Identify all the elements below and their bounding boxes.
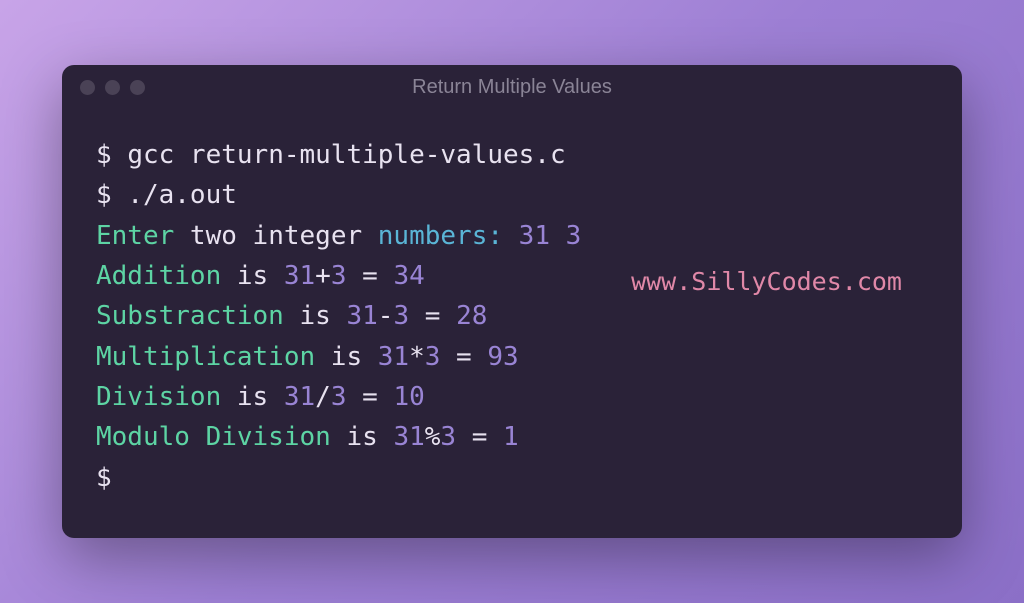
output-value: 3: [440, 422, 456, 452]
output-result: 10: [393, 382, 424, 412]
output-result: 1: [503, 422, 519, 452]
output-result: 28: [456, 301, 487, 331]
output-result: 93: [487, 342, 518, 372]
output-label: Division: [96, 382, 221, 412]
output-value: 3: [425, 342, 441, 372]
command-text: [112, 140, 128, 170]
operator: *: [409, 342, 425, 372]
output-value: 3: [331, 382, 347, 412]
maximize-icon[interactable]: [130, 80, 145, 95]
equals-sign: =: [456, 422, 503, 452]
terminal-window: Return Multiple Values www.SillyCodes.co…: [62, 65, 962, 538]
terminal-line: $ gcc return-multiple-values.c: [96, 135, 928, 175]
command-text: gcc return-multiple-values.c: [127, 140, 565, 170]
terminal-line: Enter two integer numbers: 31 3: [96, 216, 928, 256]
output-label: Substraction: [96, 301, 284, 331]
output-label: Enter: [96, 221, 174, 251]
output-value: 31: [284, 261, 315, 291]
command-text: [112, 180, 128, 210]
operator: %: [425, 422, 441, 452]
window-title: Return Multiple Values: [412, 76, 612, 99]
output-text: two integer: [174, 221, 378, 251]
equals-sign: =: [409, 301, 456, 331]
output-value: 31 3: [503, 221, 581, 251]
terminal-body[interactable]: www.SillyCodes.com $ gcc return-multiple…: [62, 109, 962, 538]
output-value: 31: [346, 301, 377, 331]
equals-sign: =: [346, 261, 393, 291]
terminal-line: Multiplication is 31*3 = 93: [96, 337, 928, 377]
equals-sign: =: [346, 382, 393, 412]
output-value: 31: [378, 342, 409, 372]
minimize-icon[interactable]: [105, 80, 120, 95]
prompt-symbol: $: [96, 463, 112, 493]
terminal-line: Modulo Division is 31%3 = 1: [96, 417, 928, 457]
output-result: 34: [393, 261, 424, 291]
watermark: www.SillyCodes.com: [631, 263, 902, 302]
output-text: is: [315, 342, 378, 372]
output-text: is: [284, 301, 347, 331]
operator: /: [315, 382, 331, 412]
command-text: ./a.out: [127, 180, 237, 210]
output-label: Addition: [96, 261, 221, 291]
prompt-symbol: $: [96, 180, 112, 210]
operator: +: [315, 261, 331, 291]
equals-sign: =: [440, 342, 487, 372]
output-value: 31: [284, 382, 315, 412]
output-label: Modulo Division: [96, 422, 331, 452]
output-label: numbers:: [378, 221, 503, 251]
output-text: is: [221, 261, 284, 291]
operator: -: [378, 301, 394, 331]
terminal-line: Substraction is 31-3 = 28: [96, 296, 928, 336]
output-label: Multiplication: [96, 342, 315, 372]
close-icon[interactable]: [80, 80, 95, 95]
terminal-line: Division is 31/3 = 10: [96, 377, 928, 417]
titlebar: Return Multiple Values: [62, 65, 962, 109]
terminal-line: $: [96, 458, 928, 498]
terminal-line: $ ./a.out: [96, 175, 928, 215]
output-value: 3: [393, 301, 409, 331]
traffic-lights: [80, 80, 145, 95]
prompt-symbol: $: [96, 140, 112, 170]
output-text: is: [331, 422, 394, 452]
output-text: is: [221, 382, 284, 412]
output-value: 3: [331, 261, 347, 291]
output-value: 31: [393, 422, 424, 452]
